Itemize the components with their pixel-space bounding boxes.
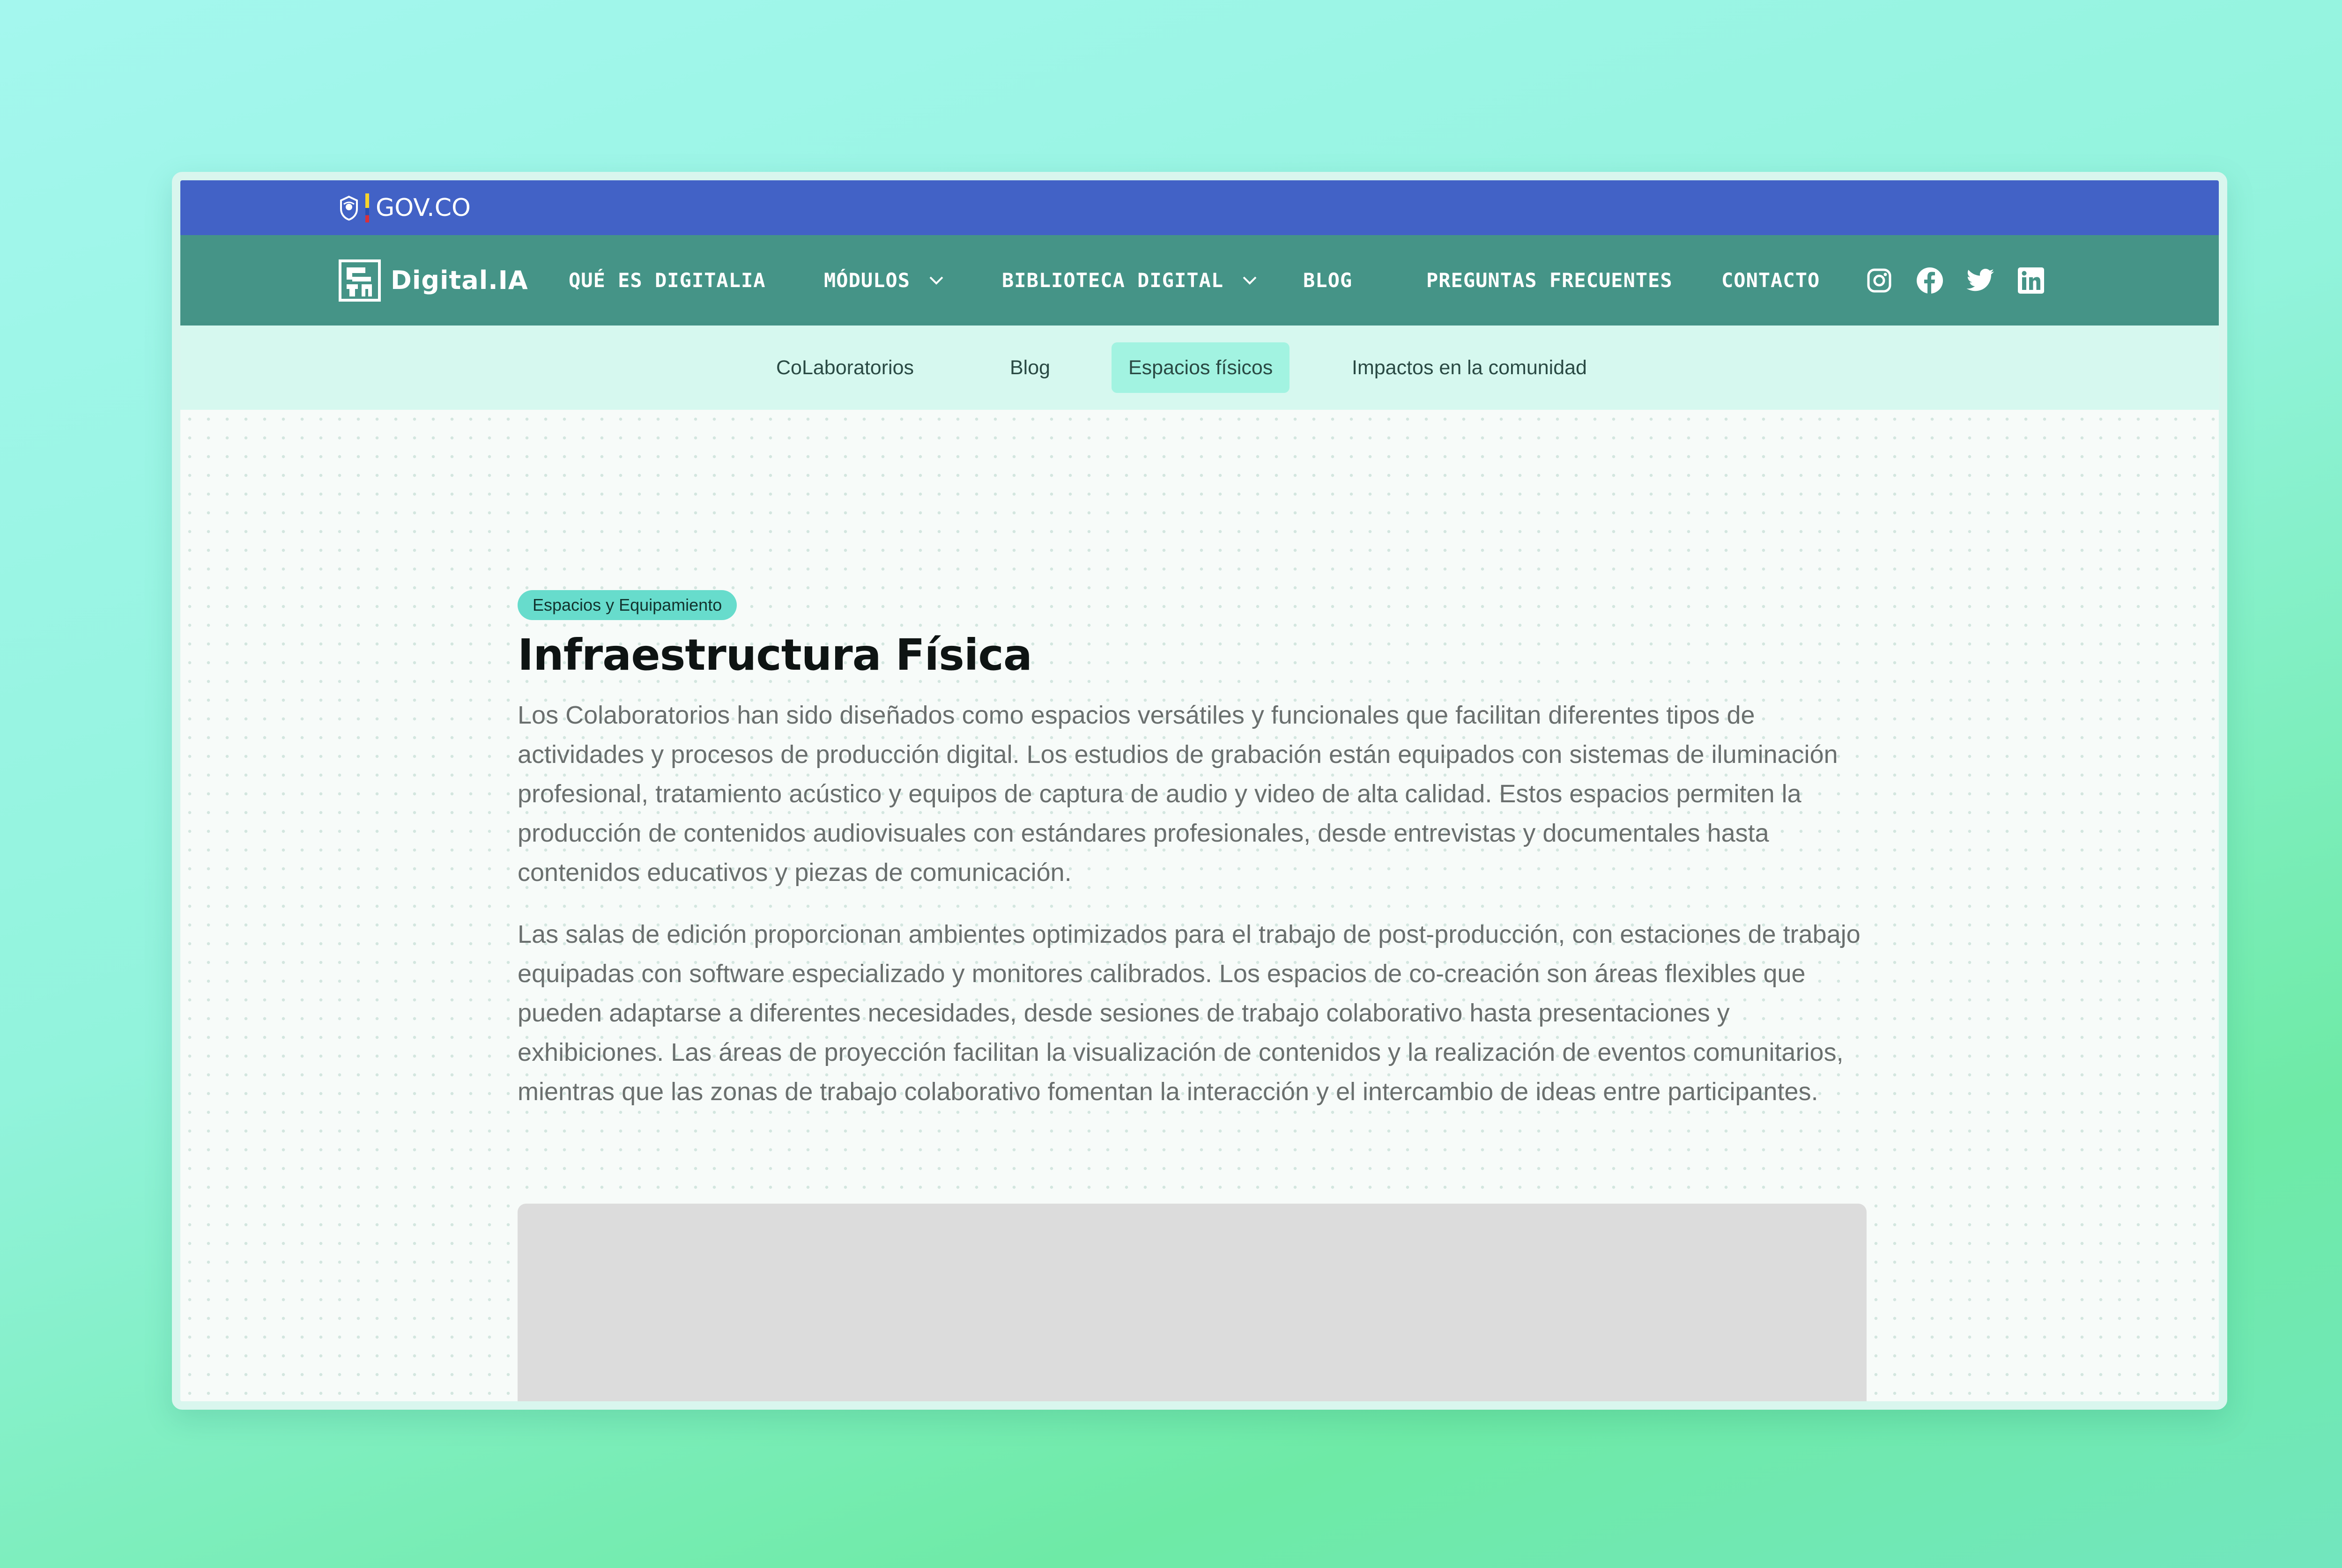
secondary-navigation: CoLaboratorios Blog Espacios físicos Imp…: [180, 325, 2219, 410]
linkedin-link[interactable]: [2017, 266, 2045, 295]
subnav-item-blog[interactable]: Blog: [1010, 342, 1050, 393]
nav-item-label: PREGUNTAS FRECUENTES: [1426, 269, 1673, 292]
nav-item-label: MÓDULOS: [824, 269, 911, 292]
nav-item-label: CONTACTO: [1721, 269, 1820, 292]
chevron-down-icon: [929, 276, 943, 285]
page-title: Infraestructura Física: [518, 630, 1032, 680]
facebook-link[interactable]: [1916, 266, 1944, 295]
subnav-item-label: Blog: [1010, 356, 1051, 379]
subnav-item-label: Espacios físicos: [1128, 356, 1273, 379]
social-links: [1865, 235, 2068, 325]
nav-item-label: QUÉ ES DIGITALIA: [569, 269, 766, 292]
gov-logo[interactable]: GOV.CO: [338, 180, 471, 235]
main-navigation: Digital.IA QUÉ ES DIGITALIA MÓDULOS BIBL…: [180, 235, 2219, 325]
nav-item-modulos[interactable]: MÓDULOS: [824, 235, 944, 325]
nav-item-preguntas-frecuentes[interactable]: PREGUNTAS FRECUENTES: [1426, 235, 1673, 325]
gov-logo-text: GOV.CO: [376, 193, 471, 222]
twitter-link[interactable]: [1966, 266, 1994, 295]
subnav-item-colaboratorios[interactable]: CoLaboratorios: [776, 342, 914, 393]
nav-item-label: BIBLIOTECA DIGITAL: [1002, 269, 1224, 292]
category-tag: Espacios y Equipamiento: [518, 590, 737, 620]
subnav-item-espacios-fisicos[interactable]: Espacios físicos: [1112, 342, 1290, 393]
article-paragraph: Las salas de edición proporcionan ambien…: [518, 920, 1860, 1106]
instagram-icon: [1867, 268, 1891, 292]
colombia-flag-icon: [365, 193, 369, 222]
nav-item-label: BLOG: [1303, 269, 1353, 292]
nav-item-que-es-digitalia[interactable]: QUÉ ES DIGITALIA: [569, 235, 766, 325]
nav-item-biblioteca-digital[interactable]: BIBLIOTECA DIGITAL: [1002, 235, 1257, 325]
nav-item-blog[interactable]: BLOG: [1303, 235, 1352, 325]
linkedin-icon: [2018, 267, 2044, 294]
colombia-seal-icon: [340, 195, 358, 221]
subnav-item-label: Impactos en la comunidad: [1352, 356, 1587, 379]
subnav-item-impactos-comunidad[interactable]: Impactos en la comunidad: [1352, 342, 1587, 393]
instagram-link[interactable]: [1865, 266, 1893, 295]
facebook-icon: [1917, 267, 1943, 294]
subnav-item-label: CoLaboratorios: [776, 356, 914, 379]
twitter-icon: [1966, 268, 1994, 291]
chevron-down-icon: [1243, 276, 1257, 285]
image-placeholder: [518, 1204, 1867, 1401]
gov-bar: GOV.CO: [180, 180, 2219, 235]
article-paragraph: Los Colaboratorios han sido diseñados co…: [518, 701, 1838, 887]
browser-window: GOV.CO Digital.IA QUÉ ES DIGITALIA MÓDUL…: [172, 172, 2227, 1410]
main-content: Espacios y Equipamiento Infraestructura …: [180, 410, 2219, 1401]
nav-item-contacto[interactable]: CONTACTO: [1721, 235, 1820, 325]
